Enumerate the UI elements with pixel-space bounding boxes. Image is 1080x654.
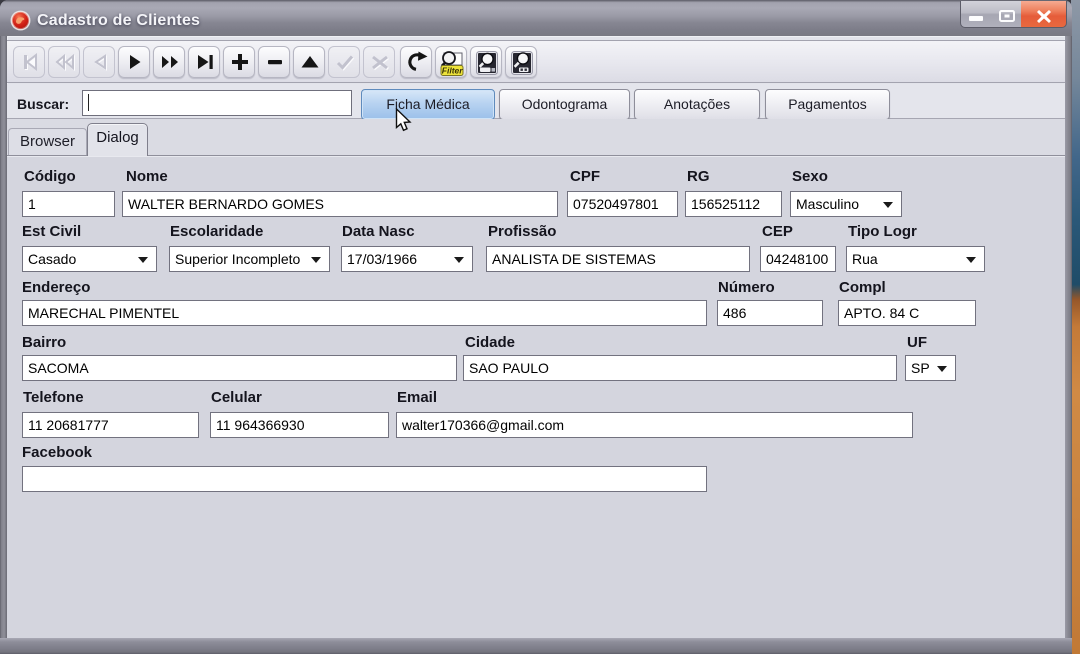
svg-text:Filter: Filter — [442, 66, 463, 76]
